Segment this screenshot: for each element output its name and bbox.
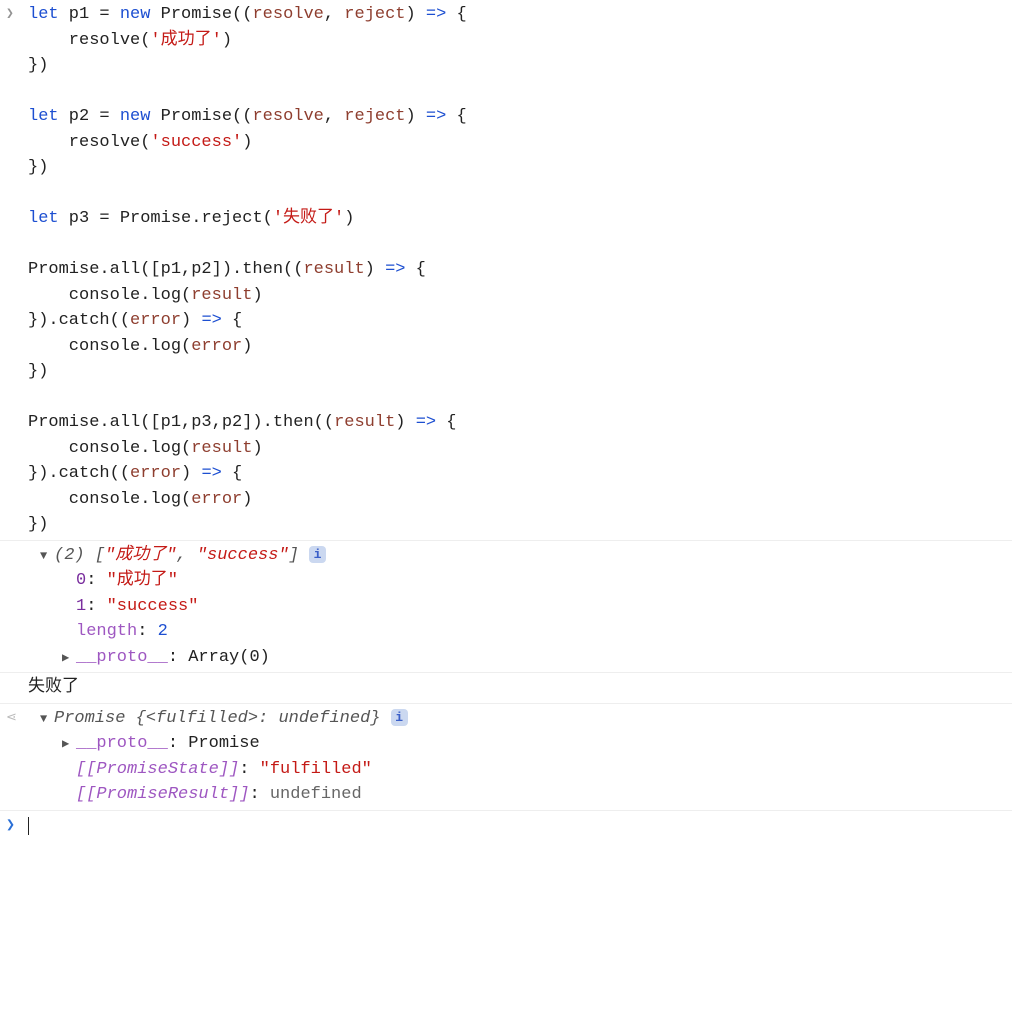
promise-result: [[PromiseResult]]: undefined: [40, 782, 1012, 808]
text-cursor: [28, 817, 29, 835]
array-item-0: 0: "成功了": [40, 568, 1012, 594]
array-length: length: 2: [40, 619, 1012, 645]
input-chevron-icon: ❯: [6, 4, 14, 24]
promise-proto[interactable]: ▶__proto__: Promise: [40, 731, 1012, 757]
info-icon[interactable]: i: [309, 546, 326, 563]
expand-down-icon[interactable]: ▼: [40, 710, 54, 728]
console-output-text: 失败了: [0, 673, 1012, 704]
array-item-1: 1: "success": [40, 594, 1012, 620]
promise-summary-line[interactable]: ▼Promise {<fulfilled>: undefined} i: [40, 706, 1012, 732]
array-summary-line[interactable]: ▼(2) ["成功了", "success"] i: [40, 543, 1012, 569]
array-proto[interactable]: ▶__proto__: Array(0): [40, 645, 1012, 671]
prompt-chevron-icon: ❯: [6, 815, 15, 838]
expand-right-icon[interactable]: ▶: [62, 735, 76, 753]
output-text: 失败了: [28, 678, 79, 697]
console-return-row: ⋖ ▼Promise {<fulfilled>: undefined} i ▶_…: [0, 704, 1012, 811]
return-chevron-icon: ⋖: [6, 708, 17, 728]
console-prompt-row[interactable]: ❯: [0, 811, 1012, 845]
code-block: let p1 = new Promise((resolve, reject) =…: [28, 2, 1012, 538]
expand-right-icon[interactable]: ▶: [62, 649, 76, 667]
promise-state: [[PromiseState]]: "fulfilled": [40, 757, 1012, 783]
console-output-array: ▼(2) ["成功了", "success"] i 0: "成功了" 1: "s…: [0, 541, 1012, 674]
info-icon[interactable]: i: [391, 709, 408, 726]
console-input-row: ❯ let p1 = new Promise((resolve, reject)…: [0, 0, 1012, 541]
expand-down-icon[interactable]: ▼: [40, 547, 54, 565]
